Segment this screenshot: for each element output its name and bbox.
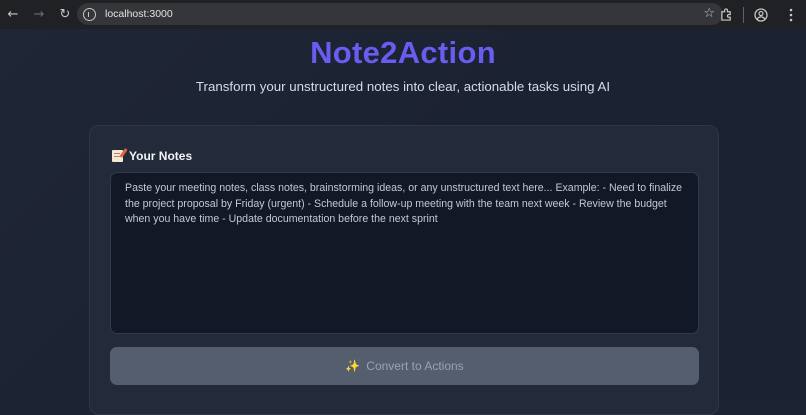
extensions-icon[interactable] <box>711 0 741 29</box>
browser-toolbar: ← → ↻ localhost:3000 ☆ <box>0 0 806 29</box>
forward-arrow-icon[interactable]: → <box>26 0 52 29</box>
toolbar-divider <box>743 6 744 23</box>
app-subtitle: Transform your unstructured notes into c… <box>195 79 611 94</box>
notes-textarea[interactable] <box>110 172 699 334</box>
site-info-icon[interactable] <box>83 7 96 21</box>
address-bar[interactable]: localhost:3000 ☆ <box>77 3 723 25</box>
url-text[interactable]: localhost:3000 <box>105 8 173 20</box>
notes-card: Your Notes ✨ Convert to Actions <box>89 125 719 415</box>
app-title: Note2Action <box>310 35 496 70</box>
convert-to-actions-button[interactable]: ✨ Convert to Actions <box>110 347 699 385</box>
back-arrow-icon[interactable]: ← <box>0 0 26 29</box>
menu-dots-icon[interactable] <box>776 0 806 29</box>
app-page: Note2Action Transform your unstructured … <box>0 29 806 415</box>
profile-icon[interactable] <box>746 0 776 29</box>
convert-button-label: Convert to Actions <box>366 359 464 373</box>
notes-label: Your Notes <box>112 149 192 163</box>
reload-icon[interactable]: ↻ <box>52 0 78 29</box>
notes-label-text: Your Notes <box>129 149 193 163</box>
memo-icon <box>112 150 123 162</box>
browser-right-tools <box>711 0 806 29</box>
sparkle-icon: ✨ <box>345 359 361 373</box>
